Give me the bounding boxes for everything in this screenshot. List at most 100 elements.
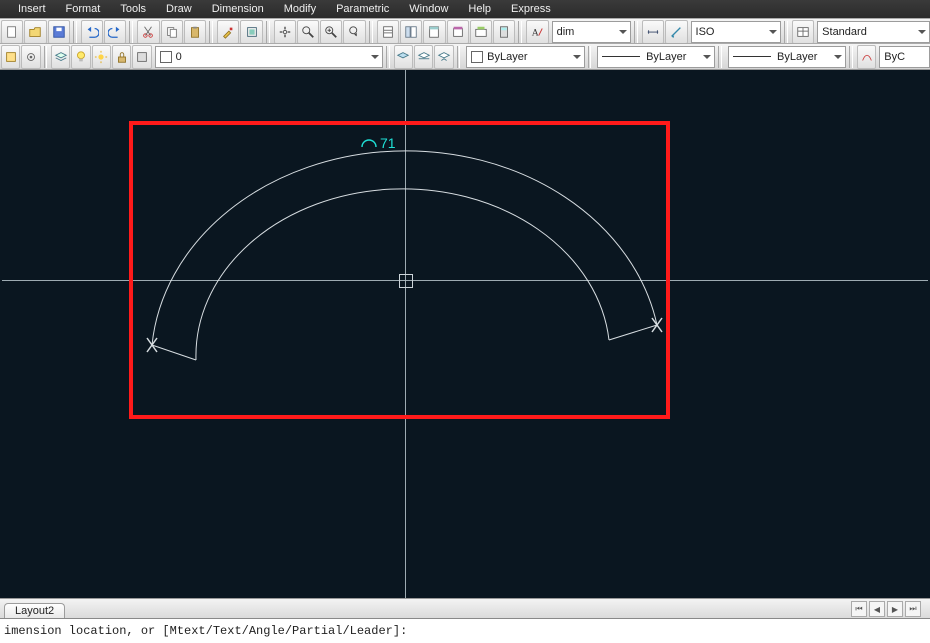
tab-last-button[interactable]: ⏭ [905,601,921,617]
separator [129,21,133,43]
linetype-dropdown[interactable]: ByLayer [597,46,715,68]
plotstyle-dropdown[interactable]: ByC [879,46,930,68]
linetype-value: ByLayer [646,51,686,63]
menu-help[interactable]: Help [458,2,501,16]
tab-prev-button[interactable]: ◀ [869,601,885,617]
layout-nav-group: ⏮ ◀ ▶ ⏭ [850,599,922,619]
menu-modify[interactable]: Modify [274,2,326,16]
tablestyle-icon-button[interactable] [792,20,814,44]
drawing-area[interactable]: 71 [2,70,928,600]
toolbar-row-2: 0 ByLayer ByLayer ByLayer ByC [0,43,930,70]
menu-express[interactable]: Express [501,2,561,16]
layer-color-swatch [160,51,172,63]
dim-style-value: dim [557,26,575,38]
lineweight-value: ByLayer [777,51,817,63]
layer-iso-button[interactable] [414,45,433,69]
design-center-button[interactable] [400,20,422,44]
match-prop-button[interactable] [217,20,239,44]
zoom-previous-button[interactable] [343,20,365,44]
menu-bar: Insert Format Tools Draw Dimension Modif… [0,0,930,18]
chevron-down-icon [834,55,842,63]
cut-button[interactable] [137,20,159,44]
layer-prev-button[interactable] [434,45,453,69]
command-line[interactable]: imension location, or [Mtext/Text/Angle/… [0,618,930,643]
highlight-rectangle [129,121,670,419]
separator [634,21,638,43]
tab-first-button[interactable]: ⏮ [851,601,867,617]
undo-button[interactable] [81,20,103,44]
color-dropdown[interactable]: ByLayer [466,46,584,68]
separator [369,21,373,43]
separator [849,46,853,68]
toolbar-row-1: A dim ISO Standard [0,18,930,45]
zoom-window-button[interactable] [320,20,342,44]
layer-sun-icon[interactable] [92,45,111,69]
separator [266,21,270,43]
chevron-down-icon [703,55,711,63]
sheet-set-button[interactable] [447,20,469,44]
menu-insert[interactable]: Insert [8,2,56,16]
table-style-value: Standard [822,26,867,38]
block-editor-button[interactable] [240,20,262,44]
properties-button[interactable] [377,20,399,44]
separator [518,21,522,43]
dimstyle-icon-button[interactable] [642,20,664,44]
dim-style-dropdown[interactable]: dim [552,21,631,43]
separator [588,46,592,68]
ws-settings-button[interactable] [21,45,40,69]
color-value: ByLayer [487,51,527,63]
plotstyle-value: ByC [884,51,905,63]
tab-next-button[interactable]: ▶ [887,601,903,617]
separator [73,21,77,43]
new-button[interactable] [1,20,23,44]
pan-button[interactable] [274,20,296,44]
layer-bulb-icon[interactable] [71,45,90,69]
chevron-down-icon [619,30,627,38]
chevron-down-icon [918,30,926,38]
paste-button[interactable] [184,20,206,44]
plot-style-button[interactable] [857,45,876,69]
layout-tab-layout2[interactable]: Layout2 [4,603,65,619]
save-button[interactable] [48,20,70,44]
chevron-down-icon [371,55,379,63]
menu-draw[interactable]: Draw [156,2,202,16]
quickcalc-button[interactable] [493,20,515,44]
annoscale-icon-button[interactable] [665,20,687,44]
menu-format[interactable]: Format [56,2,111,16]
separator [386,46,390,68]
lineweight-dropdown[interactable]: ByLayer [728,46,846,68]
textstyle-icon-button[interactable]: A [526,20,548,44]
separator [209,21,213,43]
copy-button[interactable] [161,20,183,44]
separator [718,46,722,68]
layer-name-value: 0 [176,51,182,63]
text-style-value: ISO [696,26,715,38]
linetype-preview-icon [602,56,640,57]
tool-palettes-button[interactable] [423,20,445,44]
separator [784,21,788,43]
chevron-down-icon [573,55,581,63]
layout-tab-bar: Layout2 ⏮ ◀ ▶ ⏭ [0,598,930,619]
svg-text:A: A [532,27,539,38]
ws-toggle-a-button[interactable] [1,45,20,69]
layer-prop-button[interactable] [51,45,70,69]
separator [457,46,461,68]
menu-tools[interactable]: Tools [110,2,156,16]
chevron-down-icon [769,30,777,38]
open-button[interactable] [24,20,46,44]
layer-states-button[interactable] [394,45,413,69]
layer-print-icon[interactable] [132,45,151,69]
command-prompt-text: imension location, or [Mtext/Text/Angle/… [4,624,407,638]
layer-dropdown[interactable]: 0 [155,46,383,68]
zoom-realtime-button[interactable] [297,20,319,44]
menu-parametric[interactable]: Parametric [326,2,399,16]
markup-button[interactable] [470,20,492,44]
redo-button[interactable] [104,20,126,44]
layer-lock-icon[interactable] [112,45,131,69]
text-style-dropdown[interactable]: ISO [691,21,782,43]
table-style-dropdown[interactable]: Standard [817,21,930,43]
color-swatch [471,51,483,63]
menu-window[interactable]: Window [399,2,458,16]
menu-dimension[interactable]: Dimension [202,2,274,16]
lineweight-preview-icon [733,56,771,57]
